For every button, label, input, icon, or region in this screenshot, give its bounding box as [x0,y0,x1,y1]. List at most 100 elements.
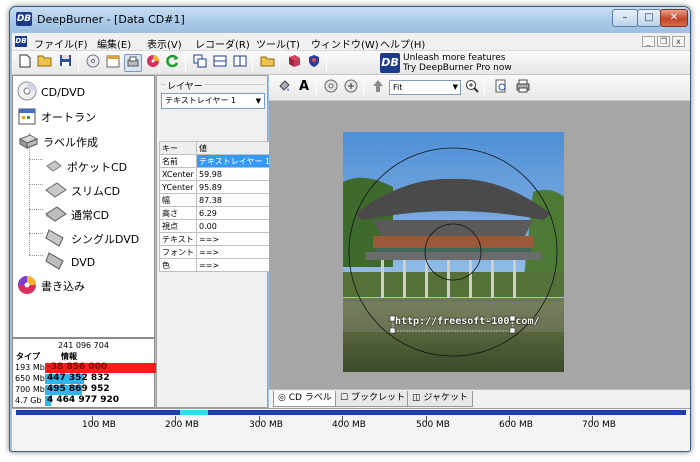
promo-line-1[interactable]: Unleash more features [403,53,505,63]
text-tool-icon[interactable]: A [295,79,313,97]
arrow-up-icon[interactable] [369,79,387,97]
prop-key: YCenter [159,180,197,194]
prop-value[interactable]: 59.98 [195,167,274,181]
menu-window[interactable]: ウィンドウ(W) [311,36,379,51]
table-row[interactable]: XCenter 59.98 [159,167,274,181]
table-header-row: キー 値 [159,141,274,155]
tree-item-single-dvd[interactable]: シングルDVD [45,228,139,249]
capacity-type: 4.7 Gb [15,396,42,405]
layout-copy-icon[interactable] [191,54,209,72]
menu-file[interactable]: ファイル(F) [34,36,88,51]
menu-edit[interactable]: 編集(E) [97,36,131,51]
prop-value[interactable]: ==> [195,258,274,272]
table-row[interactable]: 名前 テキストレイヤー 1 [159,154,274,168]
shield-icon[interactable] [305,54,323,72]
burn-disc-icon [17,275,37,298]
prop-key: テキスト [159,232,197,246]
tree-item-label-create[interactable]: ラベル作成 [17,132,98,152]
cd-icon[interactable] [84,54,102,72]
title-bar[interactable]: DB DeepBurner - [Data CD#1] – □ ✕ [10,7,690,33]
layer-select[interactable]: テキストレイヤー 1 ▼ [161,93,265,109]
table-row[interactable]: 幅 87.38 [159,193,274,207]
prop-value[interactable]: 95.89 [195,180,274,194]
tree-item-normal-cd[interactable]: 通常CD [45,205,109,225]
cd-icon [17,81,37,104]
close-button[interactable]: ✕ [660,9,688,27]
table-row[interactable]: フォント ==> [159,245,274,259]
burn-disc-icon[interactable] [144,54,162,72]
window-title: DeepBurner - [Data CD#1] [37,13,185,26]
new-file-icon[interactable] [16,54,34,72]
edit-toolbar: A ✕ Fit ▼ [269,75,690,101]
label-text-layer[interactable]: http://freesoft-100.com/ [395,316,540,327]
toolbar-separator [279,55,280,71]
prop-key: 幅 [159,193,197,207]
print-preview-icon[interactable] [492,79,510,97]
tab-jacket[interactable]: ◫ ジャケット [407,391,473,407]
table-row[interactable]: 色 ==> [159,258,274,272]
dvd-case-icon [45,251,67,274]
zoom-select[interactable]: Fit ▼ [389,80,461,95]
zoom-in-icon[interactable] [463,79,481,97]
maximize-button[interactable]: □ [637,9,661,27]
open-folder-icon[interactable] [36,54,54,72]
tree-item-dvd[interactable]: DVD [45,251,96,274]
prop-value[interactable]: ==> [195,232,274,246]
promo-line-2[interactable]: Try DeepBurner Pro now [403,63,512,73]
ruler-label: 200 MB [165,420,199,430]
table-row[interactable]: 高さ 6.29 [159,206,274,220]
label-canvas[interactable]: http://freesoft-100.com/ [269,101,690,389]
folder-icon[interactable] [258,54,276,72]
prop-value[interactable]: ==> [195,245,274,259]
prop-value[interactable]: 6.29 [195,206,274,220]
table-row[interactable]: YCenter 95.89 [159,180,274,194]
tree-item-label: CD/DVD [41,85,86,99]
capacity-value: 495 869 952 [47,384,110,394]
menu-tools[interactable]: ツール(T) [256,36,300,51]
menu-help[interactable]: ヘルプ(H) [380,36,425,51]
tree-item-burn[interactable]: 書き込み [17,275,85,298]
label-printer-icon[interactable] [124,54,142,72]
save-icon[interactable] [56,54,74,72]
prop-value[interactable]: 0.00 [195,219,274,233]
tree-item-autorun[interactable]: オートラン [17,107,96,127]
minimize-button[interactable]: – [612,9,638,27]
fill-tool-icon[interactable] [275,79,293,97]
calendar-icon[interactable] [104,54,122,72]
toolbar-separator [252,55,253,71]
label-image[interactable]: http://freesoft-100.com/ [343,132,564,372]
ruler-remaining-bar [208,410,686,415]
prop-value[interactable]: テキストレイヤー 1 [195,154,274,168]
tab-booklet[interactable]: ☐ ブックレット [335,391,410,407]
jacket-icon: ◫ [412,393,421,403]
document-icon[interactable]: DB [15,36,27,47]
layout-rows-icon[interactable] [211,54,229,72]
ruler-label: 100 MB [82,420,116,430]
menu-recorder[interactable]: レコーダ(R) [195,36,250,51]
mdi-restore-button[interactable]: ❐ [657,36,670,47]
layout-columns-icon[interactable] [231,54,249,72]
prop-value[interactable]: 87.38 [195,193,274,207]
tree-item-label: DVD [71,255,96,269]
print-icon[interactable] [514,79,532,97]
tree-connector [29,209,43,210]
tree-item-pocket-cd[interactable]: ポケットCD [45,157,127,177]
table-row[interactable]: 視点 0.00 [159,219,274,233]
mdi-close-button[interactable]: x [672,36,685,47]
col-key-header: キー [159,141,197,155]
deepburner-pro-logo[interactable]: DB [380,53,400,73]
tab-label: ジャケット [423,393,468,403]
tab-label: ブックレット [350,393,405,403]
table-row[interactable]: テキスト ==> [159,232,274,246]
menu-view[interactable]: 表示(V) [147,36,182,51]
tree-item-slim-cd[interactable]: スリムCD [45,181,120,201]
book-icon[interactable] [285,54,303,72]
tree-item-cd-dvd[interactable]: CD/DVD [17,81,86,104]
prop-key: 視点 [159,219,197,233]
tab-cd-label[interactable]: ◎ CD ラベル [273,391,337,407]
add-image-icon[interactable] [322,79,340,97]
refresh-icon[interactable] [164,54,182,72]
capacity-value: 447 352 832 [47,373,110,383]
mdi-minimize-button[interactable]: _ [642,36,655,47]
add-layer-icon[interactable] [342,79,360,97]
